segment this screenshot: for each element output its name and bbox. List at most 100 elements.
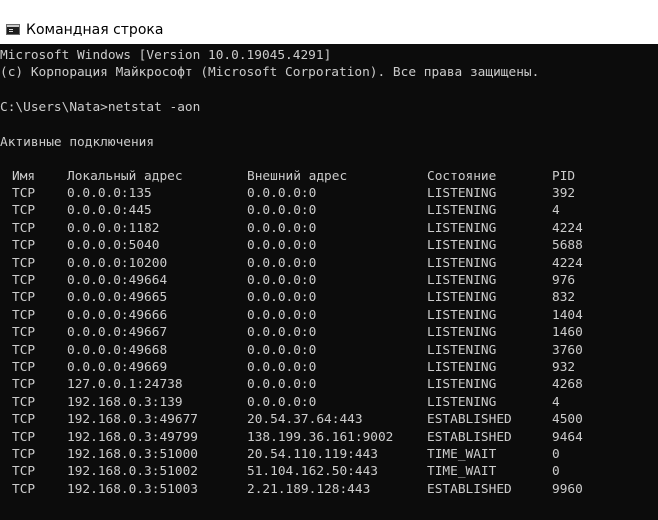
console-copyright-line: (c) Корпорация Майкрософт (Microsoft Cor…: [0, 65, 540, 80]
row-pid: 9960: [552, 481, 583, 497]
row-protocol: TCP: [12, 325, 36, 341]
row-protocol: TCP: [12, 447, 36, 462]
row-protocol: TCP: [12, 273, 36, 288]
console-command-line: C:\Users\Nata>netstat -aon: [0, 100, 201, 115]
row-pid: 4: [552, 203, 560, 219]
row-foreign-address: 0.0.0.0:0: [247, 238, 317, 254]
row-foreign-address: 0.0.0.0:0: [247, 307, 317, 323]
row-local-address: 192.168.0.3:51002: [67, 464, 198, 480]
row-pid: 4268: [552, 377, 583, 393]
column-header-name: Имя: [12, 169, 36, 184]
row-protocol: TCP: [12, 412, 36, 428]
row-state: LISTENING: [427, 360, 497, 375]
row-foreign-address: 0.0.0.0:0: [247, 220, 317, 236]
row-pid: 5688: [552, 238, 583, 254]
table-row: TCP 127.0.0.1:24738 0.0.0.0:0 LISTENING 4268: [0, 376, 658, 393]
row-protocol: TCP: [12, 255, 36, 271]
row-protocol: TCP: [12, 377, 36, 393]
row-state: LISTENING: [427, 238, 497, 254]
row-foreign-address: 0.0.0.0:0: [247, 394, 317, 410]
column-header-pid: PID: [552, 169, 576, 184]
row-local-address: 0.0.0.0:49664: [67, 273, 168, 288]
row-state: TIME_WAIT: [427, 447, 497, 462]
window-title: Командная строка: [26, 22, 164, 38]
table-row: TCP 192.168.0.3:51003 2.21.189.128:443 ESTA…: [0, 481, 658, 498]
row-state: LISTENING: [427, 220, 497, 236]
console-output[interactable]: Microsoft Windows [Version 10.0.19045.42…: [0, 44, 658, 520]
table-row: TCP 192.168.0.3:139 0.0.0.0:0 LISTENING 4: [0, 394, 658, 411]
table-header: Имя Локальный адрес Внешний адрес Состоя…: [0, 168, 658, 185]
row-protocol: TCP: [12, 342, 36, 358]
row-protocol: TCP: [12, 203, 36, 219]
row-local-address: 0.0.0.0:49668: [67, 342, 168, 358]
row-foreign-address: 2.21.189.128:443: [247, 481, 371, 497]
table-row: TCP 0.0.0.0:49664 0.0.0.0:0 LISTENING 976: [0, 272, 658, 289]
row-state: ESTABLISHED: [427, 481, 512, 497]
console-section-heading: Активные подключения: [0, 135, 155, 150]
title-bar[interactable]: Командная строка: [0, 0, 658, 44]
cmd-icon: [6, 24, 20, 35]
table-row: TCP 0.0.0.0:49669 0.0.0.0:0 LISTENING 932: [0, 359, 658, 376]
row-foreign-address: 20.54.37.64:443: [247, 412, 363, 428]
table-row: TCP 0.0.0.0:49665 0.0.0.0:0 LISTENING 832: [0, 289, 658, 306]
row-local-address: 192.168.0.3:139: [67, 394, 183, 410]
row-pid: 0: [552, 464, 560, 480]
row-local-address: 0.0.0.0:49669: [67, 360, 168, 375]
row-protocol: TCP: [12, 481, 36, 497]
row-protocol: TCP: [12, 238, 36, 254]
row-local-address: 0.0.0.0:10200: [67, 255, 168, 271]
row-local-address: 0.0.0.0:1182: [67, 220, 160, 236]
row-state: LISTENING: [427, 394, 497, 410]
table-row: TCP 0.0.0.0:49668 0.0.0.0:0 LISTENING 3760: [0, 342, 658, 359]
row-state: LISTENING: [427, 203, 497, 219]
console-version-line: Microsoft Windows [Version 10.0.19045.42…: [0, 48, 332, 63]
row-local-address: 192.168.0.3:51000: [67, 447, 198, 462]
row-pid: 832: [552, 290, 576, 306]
table-row: TCP 0.0.0.0:49667 0.0.0.0:0 LISTENING 1460: [0, 324, 658, 341]
row-state: ESTABLISHED: [427, 429, 512, 445]
row-local-address: 0.0.0.0:49666: [67, 307, 168, 323]
row-foreign-address: 0.0.0.0:0: [247, 203, 317, 219]
row-pid: 3760: [552, 342, 583, 358]
row-local-address: 0.0.0.0:49667: [67, 325, 168, 341]
column-header-state: Состояние: [427, 169, 497, 184]
row-pid: 4224: [552, 255, 583, 271]
row-pid: 0: [552, 447, 560, 462]
row-local-address: 0.0.0.0:49665: [67, 290, 168, 306]
row-pid: 976: [552, 273, 576, 288]
table-row: TCP 192.168.0.3:51000 20.54.110.119:443 TIM…: [0, 446, 658, 463]
table-row: TCP 192.168.0.3:49677 20.54.37.64:443 ESTAB…: [0, 411, 658, 428]
row-pid: 4500: [552, 412, 583, 428]
row-state: LISTENING: [427, 377, 497, 393]
row-state: ESTABLISHED: [427, 412, 512, 428]
column-header-local-address: Локальный адрес: [67, 169, 183, 184]
row-protocol: TCP: [12, 429, 36, 445]
row-state: TIME_WAIT: [427, 464, 497, 480]
table-row: TCP 192.168.0.3:49799 138.199.36.161:9002 E…: [0, 429, 658, 446]
table-row: TCP 192.168.0.3:51002 51.104.162.50:443 TIM…: [0, 463, 658, 480]
row-local-address: 192.168.0.3:49799: [67, 429, 198, 445]
row-state: LISTENING: [427, 255, 497, 271]
table-row: TCP 0.0.0.0:5040 0.0.0.0:0 LISTENING 5688: [0, 237, 658, 254]
row-local-address: 192.168.0.3:51003: [67, 481, 198, 497]
row-state: LISTENING: [427, 325, 497, 341]
table-row: TCP 0.0.0.0:1182 0.0.0.0:0 LISTENING 4224: [0, 220, 658, 237]
row-state: LISTENING: [427, 342, 497, 358]
row-pid: 4224: [552, 220, 583, 236]
table-row: TCP 0.0.0.0:49666 0.0.0.0:0 LISTENING 1404: [0, 307, 658, 324]
row-protocol: TCP: [12, 307, 36, 323]
row-protocol: TCP: [12, 290, 36, 306]
row-foreign-address: 0.0.0.0:0: [247, 377, 317, 393]
row-local-address: 0.0.0.0:135: [67, 186, 152, 201]
row-state: LISTENING: [427, 186, 497, 201]
row-foreign-address: 0.0.0.0:0: [247, 290, 317, 306]
row-foreign-address: 0.0.0.0:0: [247, 255, 317, 271]
row-protocol: TCP: [12, 464, 36, 480]
row-pid: 4: [552, 394, 560, 410]
row-protocol: TCP: [12, 220, 36, 236]
row-local-address: 0.0.0.0:445: [67, 203, 152, 219]
row-local-address: 192.168.0.3:49677: [67, 412, 198, 428]
row-foreign-address: 0.0.0.0:0: [247, 325, 317, 341]
row-protocol: TCP: [12, 186, 36, 201]
row-foreign-address: 20.54.110.119:443: [247, 447, 378, 462]
